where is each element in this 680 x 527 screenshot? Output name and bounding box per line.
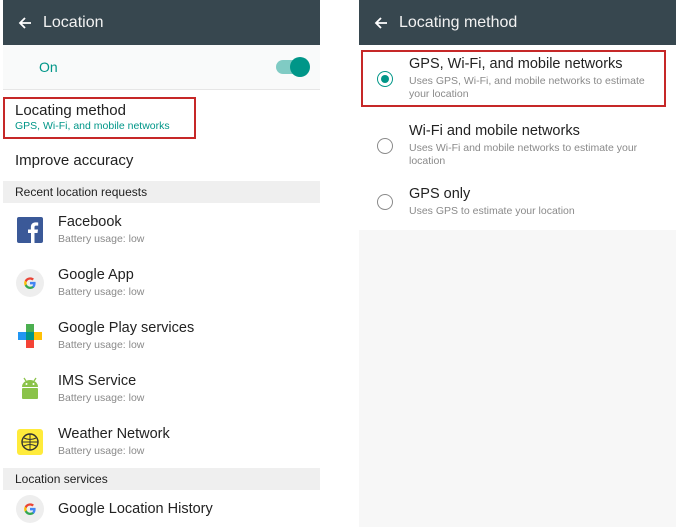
service-row-location-history[interactable]: Google Location History: [3, 490, 320, 527]
option-desc: Uses GPS to estimate your location: [409, 205, 575, 217]
option-gps-only[interactable]: GPS only Uses GPS to estimate your locat…: [359, 180, 676, 230]
facebook-icon: [9, 216, 51, 243]
app-row-google-app[interactable]: Google App Battery usage: low: [3, 256, 320, 309]
radio-unselected[interactable]: [377, 137, 393, 154]
app-usage: Battery usage: low: [58, 233, 145, 245]
back-arrow-icon[interactable]: [3, 16, 43, 30]
location-settings-screen: Location On Locating method GPS, Wi-Fi, …: [3, 0, 320, 527]
option-desc: Uses Wi-Fi and mobile networks to estima…: [409, 142, 638, 167]
google-icon: [9, 495, 51, 523]
app-bar: Location: [3, 0, 320, 45]
improve-accuracy-label: Improve accuracy: [15, 151, 134, 169]
app-row-weather-network[interactable]: Weather Network Battery usage: low: [3, 415, 320, 468]
locating-method-value: GPS, Wi-Fi, and mobile networks: [15, 120, 170, 132]
toggle-label: On: [39, 59, 58, 75]
option-gps-wifi-mobile[interactable]: GPS, Wi-Fi, and mobile networks Uses GPS…: [361, 50, 666, 107]
weather-network-icon: [9, 428, 51, 455]
google-play-services-icon: [9, 323, 51, 349]
app-bar: Locating method: [359, 0, 676, 45]
improve-accuracy-row[interactable]: Improve accuracy: [3, 139, 320, 181]
app-usage: Battery usage: low: [58, 445, 145, 457]
page-title: Location: [43, 13, 104, 31]
back-arrow-icon[interactable]: [359, 16, 399, 30]
android-icon: [9, 376, 51, 402]
locating-method-title: Locating method: [15, 102, 126, 119]
locating-method-row[interactable]: Locating method GPS, Wi-Fi, and mobile n…: [3, 90, 320, 139]
app-usage: Battery usage: low: [58, 392, 145, 404]
app-usage: Battery usage: low: [58, 339, 145, 351]
service-name: Google Location History: [58, 501, 213, 517]
app-row-ims-service[interactable]: IMS Service Battery usage: low: [3, 362, 320, 415]
app-name: Google Play services: [58, 320, 195, 336]
app-row-google-play-services[interactable]: Google Play services Battery usage: low: [3, 309, 320, 362]
app-name: Google App: [58, 267, 134, 283]
location-toggle[interactable]: [276, 57, 310, 77]
app-name: IMS Service: [58, 373, 137, 389]
option-desc: Uses GPS, Wi-Fi, and mobile networks to …: [409, 75, 645, 100]
app-row-facebook[interactable]: Facebook Battery usage: low: [3, 203, 320, 256]
option-title: Wi-Fi and mobile networks: [409, 123, 580, 139]
app-name: Facebook: [58, 214, 122, 230]
location-toggle-row[interactable]: On: [3, 45, 320, 90]
app-name: Weather Network: [58, 426, 170, 442]
location-services-header: Location services: [3, 468, 320, 490]
highlight-box: Locating method GPS, Wi-Fi, and mobile n…: [3, 97, 196, 139]
option-title: GPS only: [409, 186, 471, 202]
locating-method-screen: Locating method GPS, Wi-Fi, and mobile n…: [359, 0, 676, 527]
radio-unselected[interactable]: [377, 194, 393, 210]
google-icon: [9, 268, 51, 297]
recent-requests-header: Recent location requests: [3, 181, 320, 203]
page-title: Locating method: [399, 13, 518, 31]
app-usage: Battery usage: low: [58, 286, 145, 298]
option-title: GPS, Wi-Fi, and mobile networks: [409, 56, 623, 72]
option-wifi-mobile[interactable]: Wi-Fi and mobile networks Uses Wi-Fi and…: [359, 113, 676, 180]
radio-selected[interactable]: [377, 70, 393, 87]
